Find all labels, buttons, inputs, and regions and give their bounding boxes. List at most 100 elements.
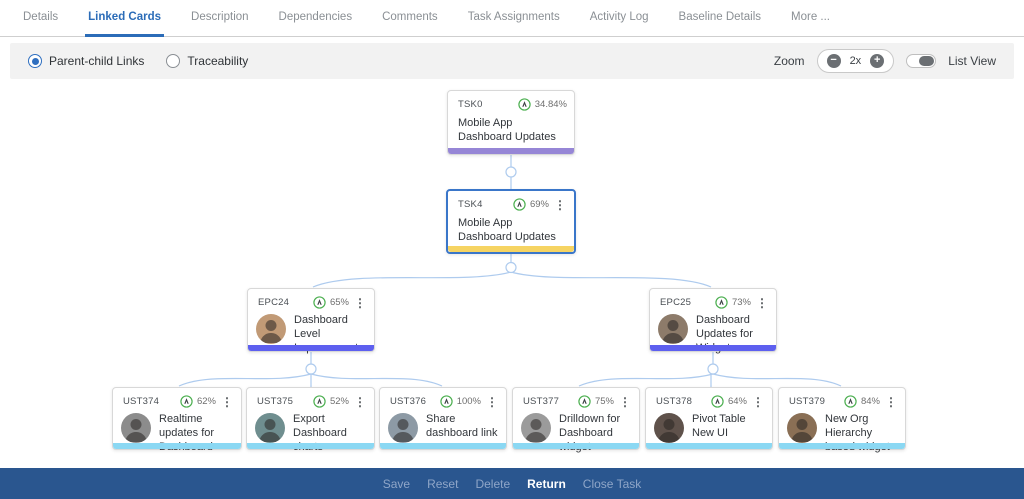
avatar [256, 314, 286, 344]
card-status-bar [448, 148, 574, 154]
tab-bar: Details Linked Cards Description Depende… [0, 0, 1024, 37]
progress-gauge-icon [313, 296, 326, 309]
progress-gauge-icon [313, 395, 326, 408]
view-options-toolbar: Parent-child Links Traceability Zoom − 2… [10, 43, 1014, 79]
avatar [658, 314, 688, 344]
card-menu-icon[interactable]: ⋮ [353, 397, 367, 407]
progress-percent: 84% [861, 396, 880, 407]
linked-cards-screen: Details Linked Cards Description Depende… [0, 0, 1024, 499]
progress-percent: 65% [330, 297, 349, 308]
card-menu-icon[interactable]: ⋮ [485, 397, 499, 407]
card-id: UST374 [123, 396, 159, 407]
card-status-bar [646, 443, 772, 449]
progress-gauge-icon [180, 395, 193, 408]
progress-percent: 62% [197, 396, 216, 407]
tab-task-assignments[interactable]: Task Assignments [465, 0, 563, 37]
card-ust379[interactable]: UST379 84% ⋮ New Org Hierarchy based wid… [778, 387, 906, 450]
card-ust375[interactable]: UST375 52% ⋮ Export Dashboard charts [246, 387, 375, 450]
card-header: UST375 52% ⋮ [247, 388, 374, 408]
card-tsk0[interactable]: TSK0 34.84% Mobile App Dashboard Updates [447, 90, 575, 155]
toolbar-right: Zoom − 2x + List View [774, 49, 996, 73]
progress-gauge-icon [440, 395, 453, 408]
card-status-bar [650, 345, 776, 351]
card-body: Share dashboard link [380, 408, 506, 443]
radio-parent-child-links[interactable]: Parent-child Links [28, 54, 144, 68]
card-epc25[interactable]: EPC25 73% ⋮ Dashboard Updates for Widget… [649, 288, 777, 352]
card-status-bar [248, 345, 374, 351]
card-menu-icon[interactable]: ⋮ [751, 397, 765, 407]
card-ust374[interactable]: UST374 62% ⋮ Realtime updates for Dashbo… [112, 387, 242, 450]
card-status-bar [779, 443, 905, 449]
radio-traceability[interactable]: Traceability [166, 54, 248, 68]
tab-description[interactable]: Description [188, 0, 252, 37]
card-id: EPC24 [258, 297, 289, 308]
tab-dependencies[interactable]: Dependencies [276, 0, 356, 37]
tab-activity-log[interactable]: Activity Log [587, 0, 652, 37]
avatar [654, 413, 684, 443]
card-menu-icon[interactable]: ⋮ [553, 200, 567, 210]
progress-gauge-icon [844, 395, 857, 408]
card-header: EPC25 73% ⋮ [650, 289, 776, 309]
list-view-toggle[interactable] [906, 54, 936, 68]
tab-baseline-details[interactable]: Baseline Details [676, 0, 764, 37]
card-id: TSK4 [458, 199, 483, 210]
zoom-in-icon[interactable]: + [870, 54, 884, 68]
save-button[interactable]: Save [383, 477, 410, 491]
zoom-label: Zoom [774, 54, 805, 68]
card-status-bar [513, 443, 639, 449]
card-ust378[interactable]: UST378 64% ⋮ Pivot Table New UI [645, 387, 773, 450]
card-menu-icon[interactable]: ⋮ [353, 298, 367, 308]
progress-percent: 34.84% [535, 99, 567, 110]
tab-linked-cards[interactable]: Linked Cards [85, 0, 164, 37]
link-type-radio-group: Parent-child Links Traceability [28, 54, 248, 68]
card-tsk4[interactable]: TSK4 69% ⋮ Mobile App Dashboard Updates [446, 189, 576, 254]
card-menu-icon[interactable]: ⋮ [884, 397, 898, 407]
card-header: UST377 75% ⋮ [513, 388, 639, 408]
radio-parent-child-label: Parent-child Links [49, 54, 144, 68]
card-id: UST377 [523, 396, 559, 407]
card-menu-icon[interactable]: ⋮ [755, 298, 769, 308]
card-title: Share dashboard link [426, 413, 498, 441]
card-epc24[interactable]: EPC24 65% ⋮ Dashboard Level Improvements [247, 288, 375, 352]
card-id: TSK0 [458, 99, 483, 110]
return-button[interactable]: Return [527, 477, 566, 491]
tab-details[interactable]: Details [20, 0, 61, 37]
avatar [521, 413, 551, 443]
card-id: UST378 [656, 396, 692, 407]
card-ust376[interactable]: UST376 100% ⋮ Share dashboard link [379, 387, 507, 450]
zoom-control: − 2x + [817, 49, 895, 73]
card-body: Pivot Table New UI [646, 408, 772, 443]
close-task-button[interactable]: Close Task [583, 477, 641, 491]
tab-comments[interactable]: Comments [379, 0, 441, 37]
progress-gauge-icon [513, 198, 526, 211]
tab-more[interactable]: More ... [788, 0, 833, 37]
radio-traceability-label: Traceability [187, 54, 248, 68]
card-title: Mobile App Dashboard Updates [448, 111, 574, 145]
card-header: UST379 84% ⋮ [779, 388, 905, 408]
progress-gauge-icon [715, 296, 728, 309]
card-title: Mobile App Dashboard Updates [448, 211, 574, 245]
card-header: TSK0 34.84% [448, 91, 574, 111]
card-id: EPC25 [660, 297, 691, 308]
card-title: Pivot Table New UI [692, 413, 764, 441]
linked-cards-canvas: TSK0 34.84% Mobile App Dashboard Updates… [0, 79, 1024, 468]
avatar [121, 413, 151, 443]
zoom-value: 2x [850, 55, 862, 67]
avatar [388, 413, 418, 443]
card-id: UST376 [390, 396, 426, 407]
card-ust377[interactable]: UST377 75% ⋮ Drilldown for Dashboard wid… [512, 387, 640, 450]
card-menu-icon[interactable]: ⋮ [618, 397, 632, 407]
list-view-label: List View [948, 54, 996, 68]
card-header: UST374 62% ⋮ [113, 388, 241, 408]
progress-gauge-icon [711, 395, 724, 408]
progress-gauge-icon [578, 395, 591, 408]
card-menu-icon[interactable]: ⋮ [220, 397, 234, 407]
card-status-bar [380, 443, 506, 449]
card-id: UST379 [789, 396, 825, 407]
reset-button[interactable]: Reset [427, 477, 458, 491]
delete-button[interactable]: Delete [475, 477, 510, 491]
zoom-out-icon[interactable]: − [827, 54, 841, 68]
progress-percent: 69% [530, 199, 549, 210]
radio-unselected-icon[interactable] [166, 54, 180, 68]
radio-selected-icon[interactable] [28, 54, 42, 68]
